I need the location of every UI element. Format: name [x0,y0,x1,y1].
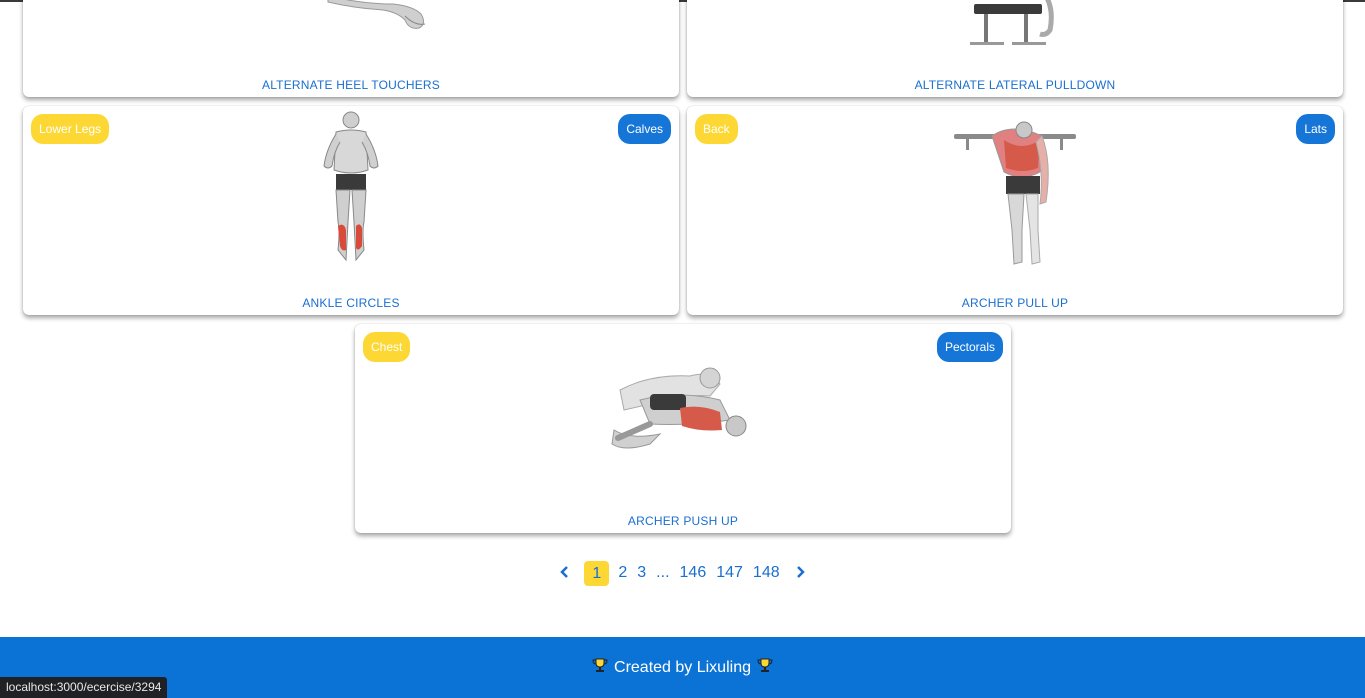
card-title: ALTERNATE HEEL TOUCHERS [262,78,440,92]
footer: Created by Lixuling [0,637,1365,698]
card-title: ARCHER PULL UP [961,296,1069,310]
exercise-card[interactable]: Lower Legs Calves ANKLE CIRCLES [23,106,679,315]
card-title: ARCHER PUSH UP [627,514,739,528]
body-part-badge[interactable]: Back [695,114,738,144]
target-muscle-badge[interactable]: Lats [1296,114,1335,144]
page-button[interactable]: 3 [632,564,651,582]
chevron-left-icon[interactable] [550,565,580,581]
page-ellipsis: ... [656,564,670,581]
exercise-illustration [323,111,379,262]
body-part-badge[interactable]: Chest [363,332,411,362]
exercise-card[interactable]: ALTERNATE HEEL TOUCHERS [23,0,679,97]
card-title: ANKLE CIRCLES [302,296,400,310]
target-muscle-badge[interactable]: Pectorals [936,332,1003,362]
exercise-illustration [970,0,1054,45]
footer-credit: Created by Lixuling [614,658,751,676]
target-muscle-badge[interactable]: Calves [618,114,671,144]
page-button[interactable]: 147 [711,564,748,582]
exercise-card[interactable]: ALTERNATE LATERAL PULLDOWN [687,0,1343,97]
exercise-card[interactable]: Back Lats ARCHER PULL UP [687,106,1343,315]
trophy-icon [592,657,608,678]
exercise-illustration [611,367,747,449]
link-preview-status: localhost:3000/ecercise/3294 [0,677,168,698]
card-title: ALTERNATE LATERAL PULLDOWN [914,78,1116,92]
exercise-illustration [327,0,426,29]
page-button-active[interactable]: 1 [584,560,610,586]
page-button[interactable]: 2 [613,564,632,582]
pagination: 1 2 3 ... 146 147 148 [0,560,1365,586]
page-button[interactable]: 148 [748,564,785,582]
chevron-right-icon[interactable] [785,565,815,581]
body-part-badge[interactable]: Lower Legs [31,114,110,144]
exercise-card[interactable]: Chest Pectorals ARCHER PUSH UP [355,324,1011,533]
trophy-icon [757,657,773,678]
page-button[interactable]: 146 [675,564,712,582]
exercise-illustration [954,121,1076,265]
